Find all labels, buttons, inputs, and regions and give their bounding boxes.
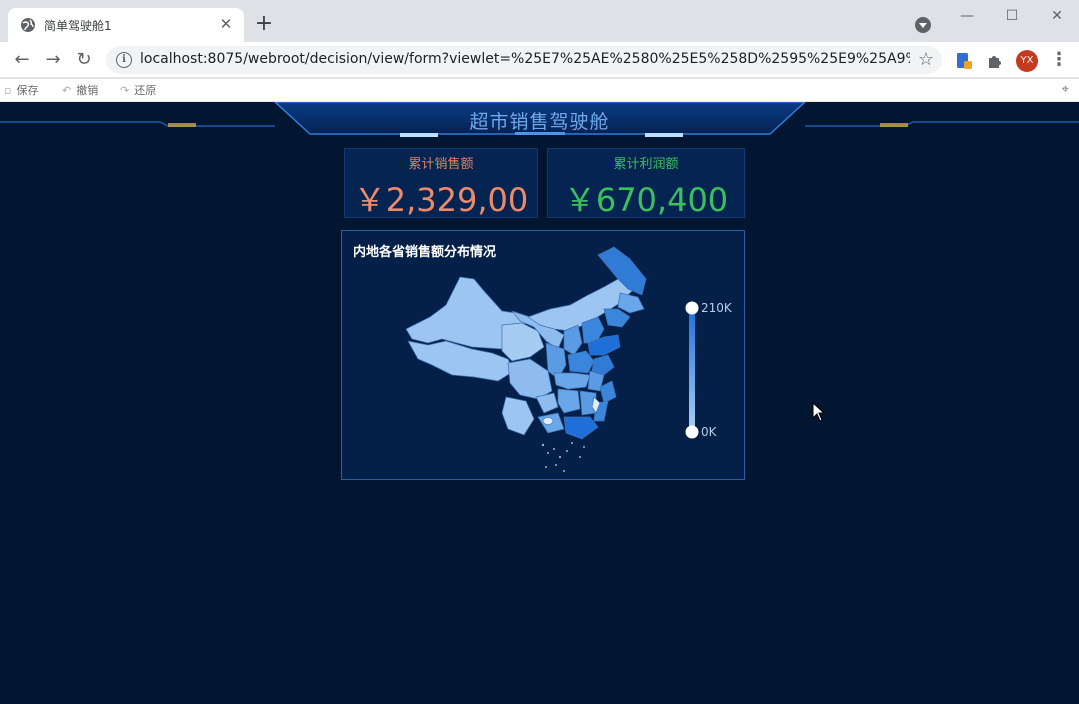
visual-map-min-handle xyxy=(685,425,699,439)
map-panel: 内地各省销售额分布情况 210K 0K xyxy=(341,230,745,480)
china-choropleth-map[interactable] xyxy=(342,231,746,481)
url-text[interactable]: localhost:8075/webroot/decision/view/for… xyxy=(140,51,910,67)
back-arrow-icon[interactable]: ← xyxy=(10,48,34,72)
map-region-zhejiang xyxy=(599,380,617,404)
address-bar[interactable]: i localhost:8075/webroot/decision/view/f… xyxy=(106,46,942,74)
new-tab-button[interactable]: + xyxy=(252,12,276,36)
report-toolbar: ▫ 保存 ↶ 撤销 ↷ 还原 ⌖ xyxy=(0,79,1079,102)
kpi-card-sales: 累计销售额 ￥2,329,00 xyxy=(344,148,538,219)
map-region-yunnan xyxy=(501,396,535,436)
kpi-value: ￥670,400 xyxy=(563,181,729,219)
save-button[interactable]: ▫ 保存 xyxy=(4,82,38,98)
kpi-label: 累计销售额 xyxy=(408,157,474,172)
map-region-hainan xyxy=(542,417,554,425)
dashboard-title: 超市销售驾驶舱 xyxy=(469,111,610,133)
map-region-jilin xyxy=(617,292,645,314)
kpi-label: 累计利润额 xyxy=(613,157,679,172)
redo-label: 还原 xyxy=(134,84,157,97)
map-region-liaoning xyxy=(603,308,631,328)
south-sea-islands xyxy=(541,442,585,472)
undo-button[interactable]: ↶ 撤销 xyxy=(62,82,98,98)
map-region-guizhou xyxy=(535,392,559,414)
redo-icon: ↷ xyxy=(120,84,130,97)
undo-icon: ↶ xyxy=(62,84,72,97)
minimize-button[interactable]: — xyxy=(950,4,984,28)
pin-icon[interactable]: ⌖ xyxy=(1062,82,1069,97)
visual-map-bar xyxy=(689,308,695,432)
map-region-sichuan xyxy=(507,358,553,400)
redo-button[interactable]: ↷ 还原 xyxy=(120,82,156,98)
dashboard-canvas: 超市销售驾驶舱 累计销售额 ￥2,329,00 累计利润额 ￥670,400 内… xyxy=(0,102,1079,704)
map-region-guangdong xyxy=(563,416,599,440)
tab-search-icon[interactable] xyxy=(915,17,931,33)
extensions-puzzle-icon[interactable] xyxy=(985,51,1005,71)
forward-arrow-icon[interactable]: → xyxy=(41,48,65,72)
map-title: 内地各省销售额分布情况 xyxy=(353,245,497,260)
kpi-value: ￥2,329,00 xyxy=(353,181,529,219)
mouse-cursor-icon xyxy=(812,402,826,422)
extension-doc-icon[interactable] xyxy=(954,51,974,71)
map-region-jiangsu xyxy=(591,354,615,376)
kpi-card-profit: 累计利润额 ￥670,400 xyxy=(547,148,745,219)
map-region-hunan xyxy=(557,388,581,414)
info-icon[interactable]: i xyxy=(116,52,132,68)
save-label: 保存 xyxy=(16,84,39,97)
close-tab-icon[interactable]: ✕ xyxy=(216,14,236,34)
visual-map-min-label: 0K xyxy=(701,425,717,439)
browser-tab[interactable]: 简单驾驶舱1 ✕ xyxy=(8,8,244,42)
browser-toolbar: ← → ↻ i localhost:8075/webroot/decision/… xyxy=(0,42,1079,78)
globe-icon xyxy=(21,18,35,32)
save-icon: ▫ xyxy=(4,84,12,97)
more-menu-icon[interactable]: ⋮ xyxy=(1050,49,1068,71)
bookmark-star-icon[interactable]: ☆ xyxy=(918,49,934,70)
window-close-button[interactable]: ✕ xyxy=(1040,4,1074,28)
undo-label: 撤销 xyxy=(76,84,99,97)
browser-tab-strip: 简单驾驶舱1 ✕ + — ☐ ✕ xyxy=(0,0,1079,42)
maximize-button[interactable]: ☐ xyxy=(995,4,1029,28)
map-region-shanxi xyxy=(563,324,583,356)
tab-title: 简单驾驶舱1 xyxy=(44,19,112,33)
profile-avatar[interactable]: YX xyxy=(1016,50,1038,72)
map-region-hubei xyxy=(553,372,591,390)
visual-map-max-label: 210K xyxy=(701,301,732,315)
reload-icon[interactable]: ↻ xyxy=(72,48,96,72)
visual-map-max-handle xyxy=(685,301,699,315)
